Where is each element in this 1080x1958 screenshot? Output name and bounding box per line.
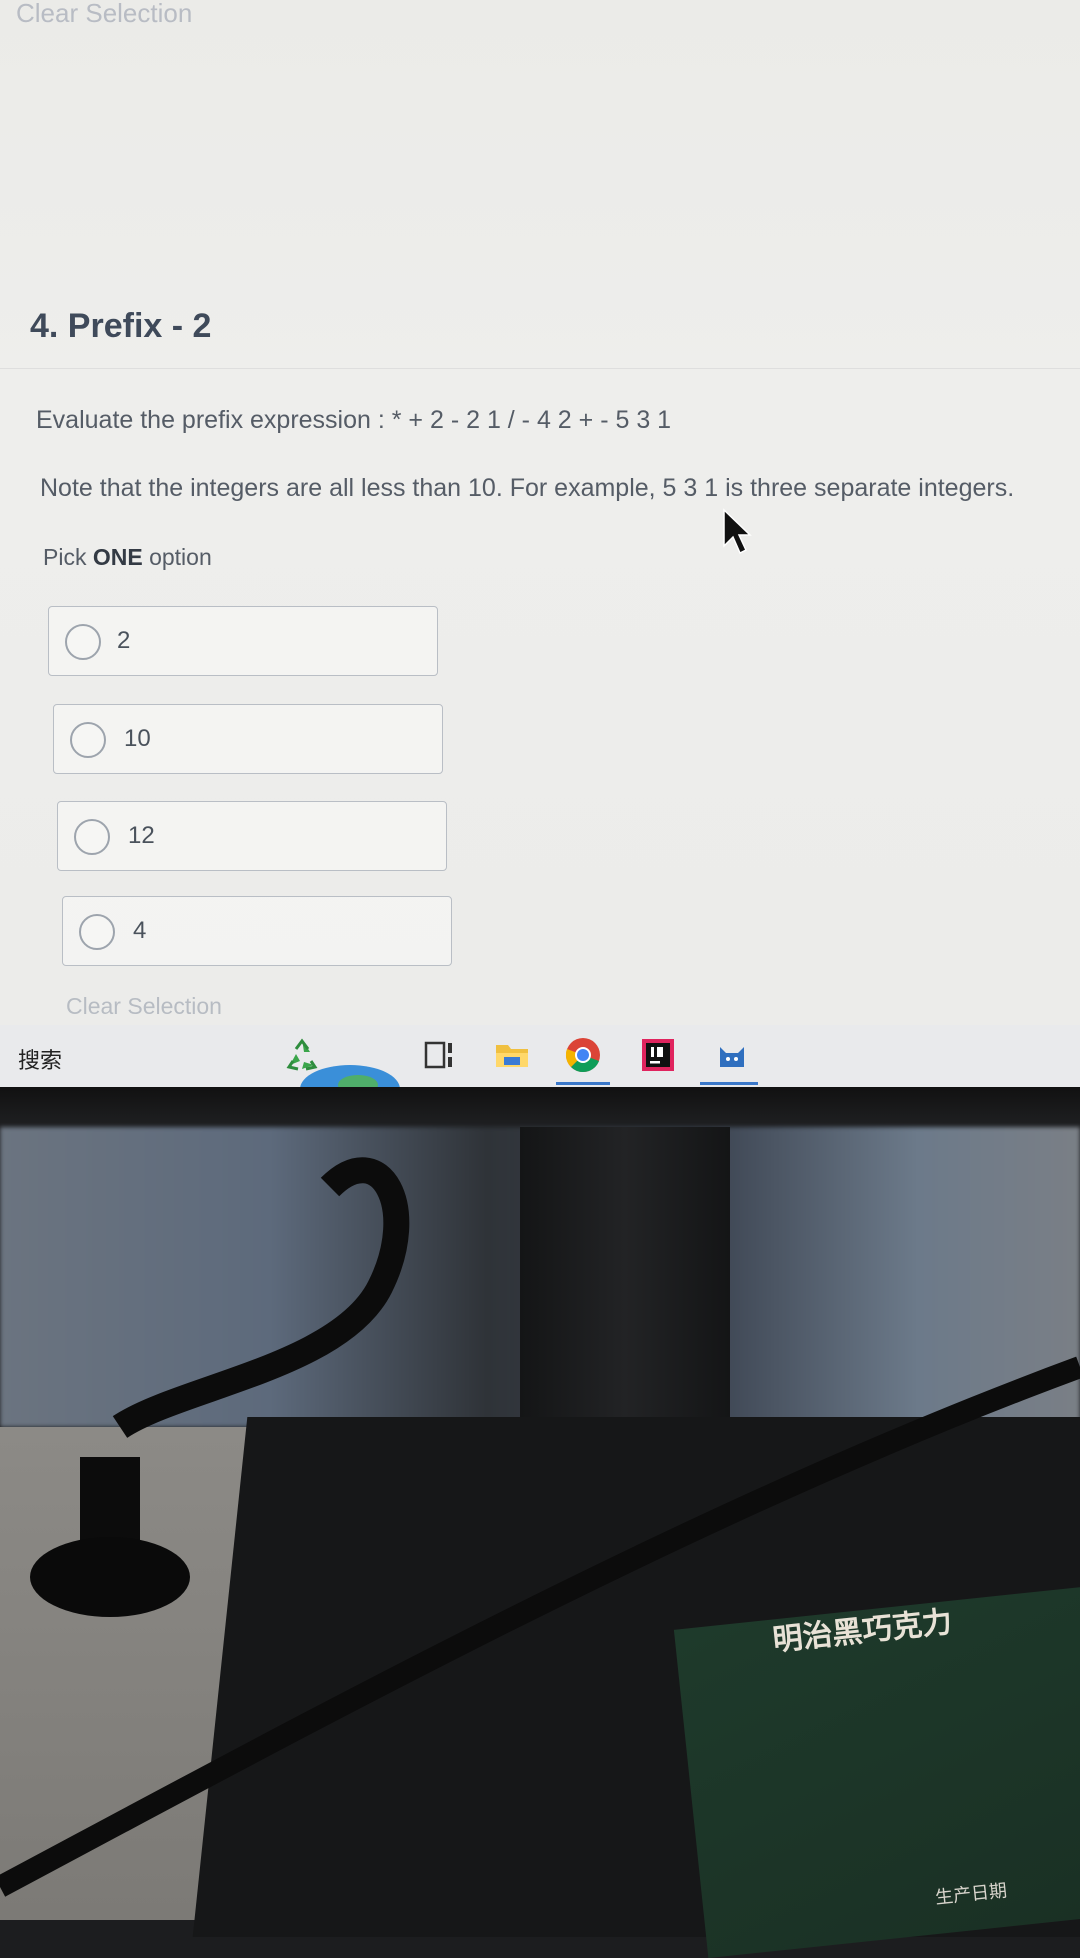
monitor-bezel <box>0 1087 1080 1127</box>
radio-button[interactable] <box>65 624 101 660</box>
desk-scene <box>0 1127 1080 1958</box>
question-note: Note that the integers are all less than… <box>40 474 1015 502</box>
option-12[interactable]: 12 <box>57 801 447 871</box>
intellij-icon[interactable] <box>638 1035 678 1075</box>
clear-selection-link-top[interactable]: Clear Selection <box>16 0 192 29</box>
app-active-indicator <box>700 1082 758 1085</box>
option-4[interactable]: 4 <box>62 896 452 966</box>
browser-page: Clear Selection 4. Prefix - 2 Evaluate t… <box>0 0 1080 1025</box>
option-label: 12 <box>128 822 155 849</box>
option-2[interactable]: 2 <box>48 606 438 676</box>
question-text: Evaluate the prefix expression : * + 2 -… <box>36 406 672 434</box>
pick-prefix: Pick <box>43 544 93 570</box>
file-explorer-icon[interactable] <box>492 1035 532 1075</box>
radio-button[interactable] <box>79 914 115 950</box>
option-label: 4 <box>133 917 147 944</box>
option-label: 10 <box>124 725 151 752</box>
option-label: 2 <box>117 627 131 654</box>
mouse-cursor-icon <box>723 508 752 555</box>
taskbar-search[interactable]: 搜索 <box>18 1043 62 1075</box>
clear-selection-link[interactable]: Clear Selection <box>66 993 222 1020</box>
radio-button[interactable] <box>70 722 106 758</box>
pick-suffix: option <box>142 544 212 570</box>
option-10[interactable]: 10 <box>53 704 443 774</box>
divider <box>0 368 1080 369</box>
chrome-active-indicator <box>556 1082 610 1085</box>
radio-button[interactable] <box>74 819 110 855</box>
taskbar: 搜索 <box>0 1025 1080 1090</box>
chrome-icon[interactable] <box>563 1035 603 1075</box>
question-title: 4. Prefix - 2 <box>30 307 212 345</box>
pick-instruction: Pick ONE option <box>43 544 212 571</box>
pick-bold: ONE <box>92 544 143 570</box>
globe-widget-icon[interactable] <box>300 1063 400 1089</box>
app-cat-icon[interactable] <box>712 1035 752 1075</box>
task-view-icon[interactable] <box>420 1035 460 1075</box>
